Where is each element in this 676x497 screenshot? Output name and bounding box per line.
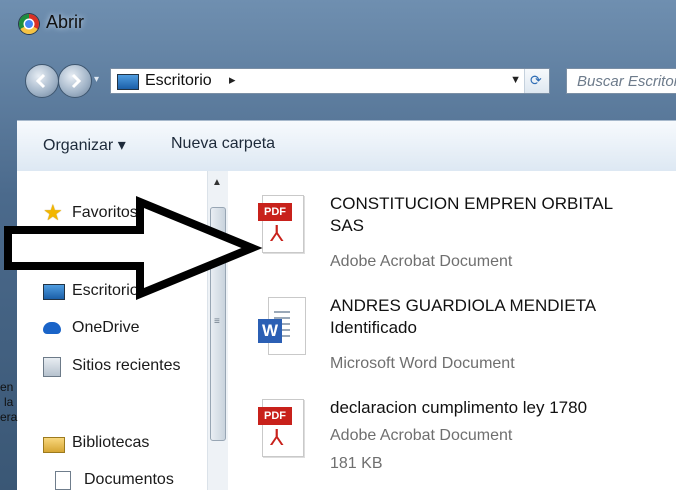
nav-item-label: OneDrive bbox=[72, 319, 140, 336]
onedrive-icon bbox=[43, 322, 61, 334]
command-toolbar: Organizar ▾ Nueva carpeta bbox=[17, 120, 676, 172]
clipped-background-text: la bbox=[4, 395, 14, 409]
file-list: PDF ⅄ CONSTITUCION EMPREN ORBITAL SAS Ad… bbox=[230, 171, 676, 490]
arrow-left-icon bbox=[35, 73, 46, 89]
file-item[interactable]: W ANDRES GUARDIOLA MENDIETA Identificado… bbox=[258, 295, 676, 395]
file-name: declaracion cumplimento ley 1780 bbox=[330, 398, 588, 417]
chrome-icon bbox=[19, 14, 39, 34]
recent-pages-dropdown[interactable]: ▾ bbox=[94, 74, 104, 86]
breadcrumb-location[interactable]: Escritorio bbox=[145, 72, 212, 90]
nav-item-onedrive[interactable]: OneDrive bbox=[43, 316, 140, 340]
file-type: Adobe Acrobat Document bbox=[330, 427, 513, 444]
grip-icon: ≡ bbox=[214, 316, 220, 327]
file-size: 181 KB bbox=[330, 455, 383, 472]
back-button[interactable] bbox=[25, 64, 59, 98]
file-type: Microsoft Word Document bbox=[330, 355, 515, 372]
desktop-icon bbox=[117, 74, 139, 90]
chevron-down-icon[interactable]: ▼ bbox=[510, 74, 521, 86]
nav-item-label: Documentos bbox=[84, 471, 174, 488]
nav-item-recent-places[interactable]: Sitios recientes bbox=[43, 354, 181, 378]
libraries-icon bbox=[43, 437, 65, 453]
annotation-arrow-icon bbox=[4, 196, 263, 300]
nav-item-label: Sitios recientes bbox=[72, 357, 181, 374]
documents-icon bbox=[55, 471, 71, 490]
breadcrumb-separator[interactable]: ▸ bbox=[229, 72, 236, 88]
window-title: Abrir bbox=[46, 12, 85, 32]
refresh-button[interactable]: ⟳ bbox=[524, 69, 549, 93]
refresh-icon: ⟳ bbox=[530, 72, 542, 88]
nav-item-documents[interactable]: Documentos bbox=[55, 468, 174, 492]
file-item[interactable]: PDF ⅄ CONSTITUCION EMPREN ORBITAL SAS Ad… bbox=[258, 193, 676, 293]
file-item[interactable]: PDF ⅄ declaracion cumplimento ley 1780 A… bbox=[258, 397, 676, 497]
pdf-icon: PDF ⅄ bbox=[258, 399, 306, 463]
file-name: CONSTITUCION EMPREN ORBITAL SAS bbox=[330, 194, 614, 235]
search-box[interactable] bbox=[566, 68, 676, 94]
search-input[interactable] bbox=[567, 70, 676, 92]
new-folder-button[interactable]: Nueva carpeta bbox=[171, 135, 275, 153]
file-name: ANDRES GUARDIOLA MENDIETA Identificado bbox=[330, 296, 597, 337]
word-icon: W bbox=[258, 297, 306, 361]
file-type: Adobe Acrobat Document bbox=[330, 253, 513, 270]
clipped-background-text: era bbox=[0, 410, 18, 424]
nav-item-libraries[interactable]: Bibliotecas bbox=[43, 431, 149, 455]
scroll-up-arrow-icon[interactable]: ▲ bbox=[212, 177, 222, 188]
recent-places-icon bbox=[43, 357, 61, 377]
clipped-background-text: en bbox=[0, 380, 14, 394]
title-bar: Abrir bbox=[0, 0, 676, 52]
address-bar[interactable]: Escritorio ▸ ▼ ⟳ bbox=[110, 68, 550, 94]
nav-item-label: Bibliotecas bbox=[72, 434, 150, 451]
arrow-right-icon bbox=[71, 73, 82, 89]
forward-button[interactable] bbox=[58, 64, 92, 98]
address-row: ▾ Escritorio ▸ ▼ ⟳ bbox=[0, 58, 676, 110]
organize-button[interactable]: Organizar ▾ bbox=[43, 135, 126, 155]
